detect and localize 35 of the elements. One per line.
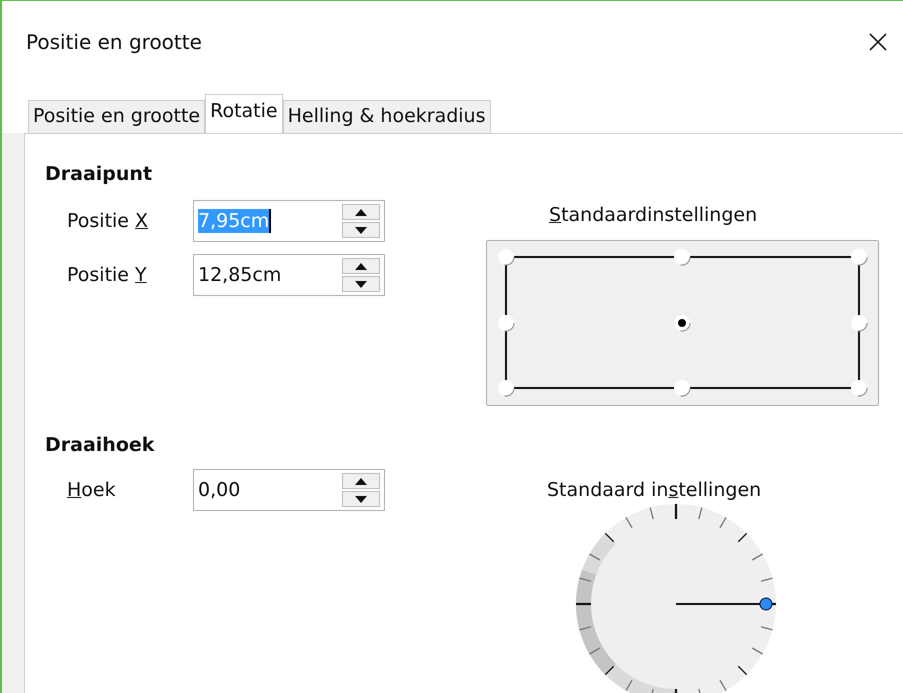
number-field[interactable]: 12,85cm	[193, 254, 385, 296]
number-field[interactable]: 0,00	[193, 469, 385, 511]
field-label: Positie X	[66, 210, 150, 232]
pivot-radio[interactable]	[673, 314, 691, 332]
down-triangle-icon	[355, 226, 367, 234]
section-heading: Draaipunt	[45, 162, 154, 187]
spin-down-button[interactable]	[342, 491, 380, 507]
pivot-radio[interactable]	[850, 314, 868, 332]
spin-down-button[interactable]	[342, 222, 380, 238]
up-triangle-icon	[355, 262, 367, 270]
up-triangle-icon	[355, 478, 367, 484]
down-triangle-icon	[355, 280, 367, 288]
defaults-label: Standaardinstellingen	[549, 204, 758, 226]
pivot-radio[interactable]	[673, 379, 691, 397]
window-title: Positie en grootte	[26, 30, 202, 54]
spin-up-button[interactable]	[342, 204, 380, 220]
field-label: Hoek	[66, 479, 117, 501]
pivot-radio[interactable]	[497, 248, 515, 266]
pivot-radio[interactable]	[673, 248, 691, 266]
tab[interactable]: Positie en grootte	[28, 100, 206, 133]
down-triangle-icon	[355, 496, 367, 502]
field-label: Positie Y	[66, 264, 148, 286]
close-icon[interactable]	[868, 32, 888, 52]
pivot-radio[interactable]	[497, 314, 515, 332]
tab[interactable]: Helling & hoekradius	[282, 100, 490, 133]
pivot-radio[interactable]	[850, 248, 868, 266]
pivot-radio[interactable]	[850, 379, 868, 397]
spin-up-button[interactable]	[342, 258, 380, 274]
defaults-label: Standaard instellingen	[547, 479, 762, 501]
section-heading: Draaihoek	[45, 433, 156, 458]
spin-down-button[interactable]	[342, 276, 380, 292]
pivot-radio[interactable]	[497, 379, 515, 397]
spin-up-button[interactable]	[342, 473, 380, 489]
up-triangle-icon	[355, 208, 367, 216]
tab[interactable]: Rotatie	[205, 94, 283, 133]
